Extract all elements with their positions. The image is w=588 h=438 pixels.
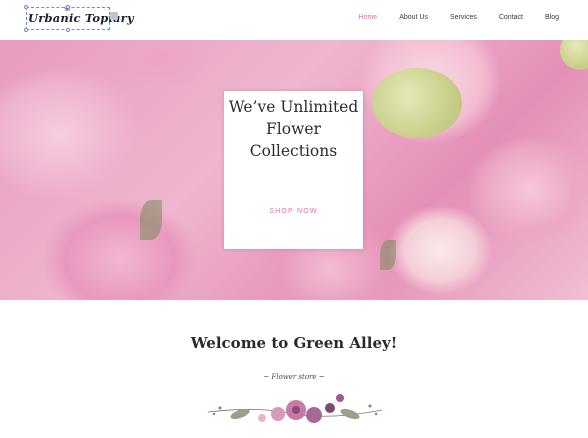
site-header: ❀ Urbanic Topiary Home About Us Services… bbox=[0, 0, 588, 40]
store-subtitle: ~ Flower store ~ bbox=[263, 373, 325, 381]
resize-handle-icon[interactable] bbox=[66, 5, 70, 9]
nav-item-blog[interactable]: Blog bbox=[545, 14, 559, 21]
resize-handle-icon[interactable] bbox=[24, 5, 28, 9]
hero-banner: We’ve Unlimited Flower Collections SHOP … bbox=[0, 40, 588, 300]
floral-divider-icon bbox=[207, 394, 383, 423]
shop-now-button[interactable]: SHOP NOW bbox=[224, 208, 363, 215]
main-nav: Home About Us Services Contact Blog bbox=[337, 14, 559, 21]
leaf-image bbox=[380, 240, 396, 270]
welcome-heading: Welcome to Green Alley! bbox=[190, 334, 398, 352]
resize-handle-icon[interactable] bbox=[66, 28, 70, 32]
edit-handle-icon[interactable] bbox=[110, 12, 118, 20]
resize-handle-icon[interactable] bbox=[24, 28, 28, 32]
hero-card: We’ve Unlimited Flower Collections SHOP … bbox=[224, 91, 363, 249]
nav-item-about-us[interactable]: About Us bbox=[399, 14, 428, 21]
peony-bud-image bbox=[560, 40, 588, 70]
nav-item-contact[interactable]: Contact bbox=[499, 14, 523, 21]
nav-item-services[interactable]: Services bbox=[450, 14, 477, 21]
site-logo[interactable]: ❀ Urbanic Topiary bbox=[24, 4, 134, 32]
leaf-image bbox=[140, 200, 162, 240]
nav-item-home[interactable]: Home bbox=[359, 14, 378, 21]
peony-bud-image bbox=[372, 68, 462, 138]
hero-title: We’ve Unlimited Flower Collections bbox=[228, 98, 359, 160]
